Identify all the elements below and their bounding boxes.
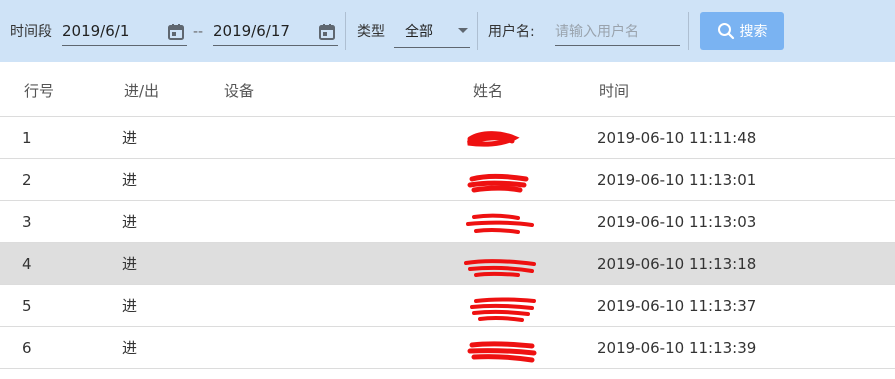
search-button[interactable]: 搜索 [700, 12, 784, 50]
header-name: 姓名 [473, 82, 504, 100]
header-time: 时间 [599, 82, 630, 100]
username-placeholder: 请输入用户名 [555, 24, 639, 40]
redaction-scribble [467, 341, 537, 363]
end-date-underline [213, 45, 338, 46]
redaction-scribble [466, 213, 534, 234]
calendar-icon[interactable] [167, 23, 185, 41]
search-button-label: 搜索 [739, 24, 768, 40]
cell-row-number: 2 [22, 171, 32, 189]
cell-time: 2019-06-10 11:11:48 [597, 129, 757, 147]
username-label: 用户名: [488, 24, 535, 40]
header-row-number: 行号 [24, 82, 55, 100]
cell-direction: 进 [122, 129, 138, 147]
calendar-icon[interactable] [318, 23, 336, 41]
redaction-scribble [467, 131, 520, 147]
redaction-scribble [464, 259, 536, 277]
cell-row-number: 6 [22, 339, 32, 357]
table-row[interactable]: 5 进 2019-06-10 11:13:37 [0, 285, 895, 327]
cell-direction: 进 [122, 297, 138, 315]
start-date-value: 2019/6/1 [62, 22, 130, 40]
cell-direction: 进 [122, 213, 138, 231]
table-header: 行号 进/出 设备 姓名 时间 [0, 62, 895, 117]
table-row-selected[interactable]: 4 进 2019-06-10 11:13:18 [0, 243, 895, 285]
cell-direction: 进 [122, 255, 138, 273]
table-row[interactable]: 6 进 2019-06-10 11:13:39 [0, 327, 895, 369]
cell-row-number: 5 [22, 297, 32, 315]
cell-time: 2019-06-10 11:13:39 [597, 339, 757, 357]
cell-time: 2019-06-10 11:13:18 [597, 255, 757, 273]
toolbar-divider [345, 12, 346, 50]
cell-row-number: 3 [22, 213, 32, 231]
cell-row-number: 1 [22, 129, 32, 147]
table-row[interactable]: 1 进 2019-06-10 11:11:48 [0, 117, 895, 159]
header-direction: 进/出 [124, 82, 160, 100]
username-underline [555, 45, 680, 46]
header-device: 设备 [224, 82, 255, 100]
toolbar-divider [688, 12, 689, 50]
period-label: 时间段 [10, 24, 52, 40]
type-label: 类型 [357, 24, 385, 40]
cell-direction: 进 [122, 171, 138, 189]
start-date-underline [62, 45, 187, 46]
chevron-down-icon[interactable] [457, 27, 469, 35]
toolbar-divider [477, 12, 478, 50]
redaction-scribble [467, 173, 529, 193]
redaction-scribble [470, 297, 536, 322]
search-icon [717, 23, 734, 40]
cell-direction: 进 [122, 339, 138, 357]
cell-time: 2019-06-10 11:13:37 [597, 297, 757, 315]
filter-toolbar: 时间段 2019/6/1 -- 2019/6/17 类型 全部 用户名: 请输入… [0, 0, 895, 62]
type-select-value: 全部 [405, 24, 433, 40]
cell-time: 2019-06-10 11:13:01 [597, 171, 757, 189]
end-date-value: 2019/6/17 [213, 22, 290, 40]
table-row[interactable]: 2 进 2019-06-10 11:13:01 [0, 159, 895, 201]
table-row[interactable]: 3 进 2019-06-10 11:13:03 [0, 201, 895, 243]
cell-time: 2019-06-10 11:13:03 [597, 213, 757, 231]
date-range-separator: -- [193, 24, 204, 40]
type-select-underline [394, 47, 470, 48]
cell-row-number: 4 [22, 255, 32, 273]
